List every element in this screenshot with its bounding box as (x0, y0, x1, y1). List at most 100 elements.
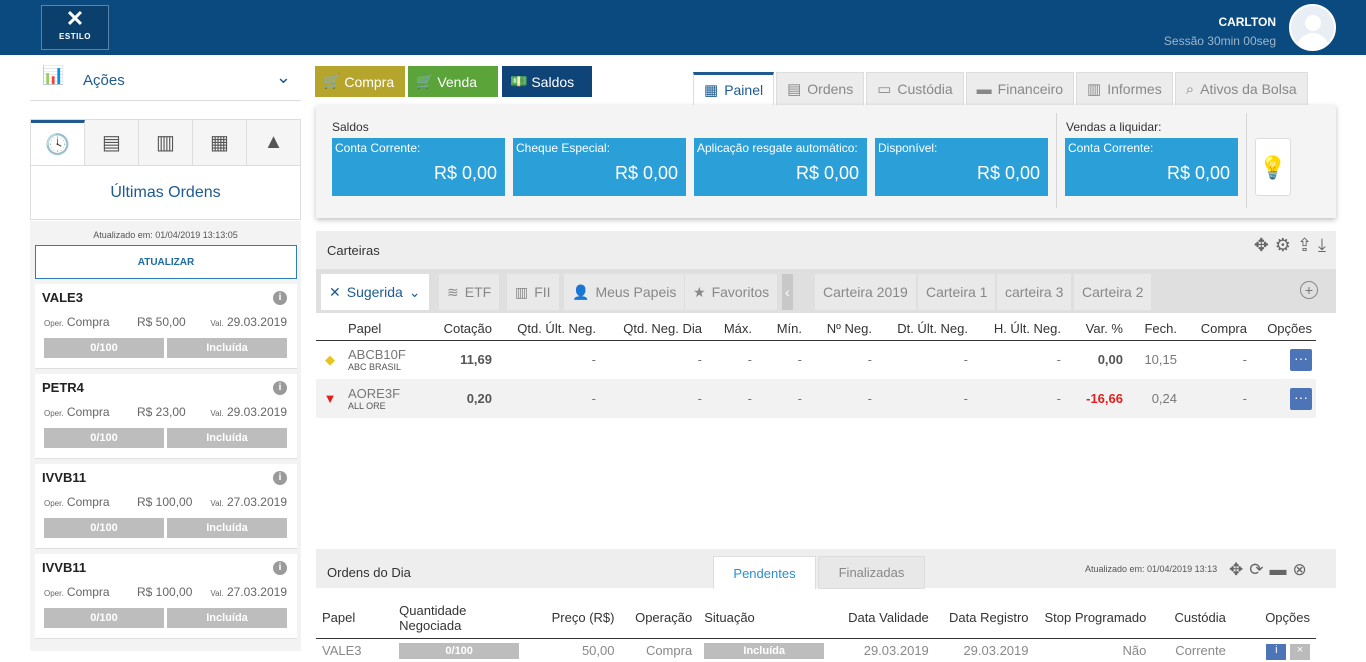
column-header[interactable]: Stop Programado (1034, 598, 1153, 639)
column-header[interactable]: Operação (620, 598, 699, 639)
tab-last-orders[interactable]: 🕓 (31, 120, 85, 165)
tab-carteira-1[interactable]: Carteira 1 (918, 274, 996, 310)
move-icon[interactable]: ✥ (1254, 235, 1269, 256)
column-header[interactable]: Papel (344, 318, 416, 341)
column-header[interactable]: Data Validade (830, 598, 935, 639)
column-header[interactable]: Nº Neg. (806, 318, 876, 341)
order-card[interactable]: VALE3 i Oper. Compra R$ 50,00 Val. 29.03… (35, 284, 297, 369)
tab-meus-papeis[interactable]: 👤 Meus Papeis (564, 274, 685, 310)
market-select-label: Ações (83, 72, 125, 89)
minimize-icon[interactable]: ▬ (1270, 560, 1287, 580)
tab-carteira-2[interactable]: Carteira 2 (1074, 274, 1152, 310)
order-status: Incluída (167, 428, 287, 448)
column-header[interactable]: Quantidade Negociada (393, 598, 526, 639)
download-icon[interactable]: ⤓ (1318, 235, 1326, 256)
column-header[interactable]: Data Registro (934, 598, 1035, 639)
tab-download[interactable]: ▦ (193, 120, 247, 165)
tab-money[interactable]: ▲ (247, 120, 300, 165)
tab-fii[interactable]: ▥ FII (507, 274, 559, 310)
tab-financeiro[interactable]: ▬ Financeiro (965, 72, 1075, 105)
cell-price: 50,00 (581, 642, 615, 658)
move-icon[interactable]: ✥ (1229, 560, 1243, 580)
column-header[interactable]: Qtd. Últ. Neg. (496, 318, 600, 341)
scroll-left-button[interactable]: ‹ (782, 274, 793, 310)
left-tabs: 🕓 ▤ ▥ ▦ ▲ (30, 119, 301, 165)
market-select[interactable]: 📊 Ações ⌄ (30, 59, 301, 101)
column-header[interactable]: Dt. Últ. Neg. (876, 318, 972, 341)
info-icon[interactable]: i (273, 471, 287, 485)
column-header[interactable]: Situação (698, 598, 831, 639)
column-header[interactable]: Preço (R$) (525, 598, 621, 639)
star-icon: ★ (693, 283, 706, 300)
order-card[interactable]: IVVB11 i Oper. Compra R$ 100,00 Val. 27.… (35, 554, 297, 639)
briefcase-icon: ▬ (976, 80, 992, 98)
tab-ativos-bolsa[interactable]: ⌕ Ativos da Bolsa (1174, 72, 1308, 105)
close-icon[interactable]: ⊗ (1293, 560, 1307, 580)
buy-button[interactable]: 🛒 Compra (315, 66, 405, 97)
export-icon[interactable]: ⇪ (1297, 235, 1312, 256)
ticker-cell[interactable]: ABCB10F ABC BRASIL (344, 340, 416, 379)
info-icon[interactable]: i (273, 561, 287, 575)
tab-custodia[interactable]: ▭ Custódia (866, 72, 964, 105)
balance-box: Disponível: R$ 0,00 (875, 138, 1048, 196)
user-name: CARLTON (1218, 15, 1276, 29)
sell-button[interactable]: 🛒 Venda (408, 66, 498, 97)
column-header[interactable]: Fech. (1127, 318, 1181, 341)
table-row[interactable]: VALE3 0/100 50,00 Compra Incluída 29.03.… (316, 638, 1316, 662)
tab-favoritos[interactable]: ★ Favoritos (685, 274, 778, 310)
balance-box: Aplicação resgate automático: R$ 0,00 (694, 138, 867, 196)
info-icon[interactable]: i (273, 381, 287, 395)
column-header[interactable]: Var. % (1065, 318, 1127, 341)
column-header[interactable]: Papel (316, 598, 394, 639)
column-header[interactable]: Cotação (416, 318, 496, 341)
tab-book[interactable]: ▥ (139, 120, 193, 165)
cell-var: 0,00 (1097, 352, 1123, 368)
table-row[interactable]: ▼ AORE3F ALL ORE 0,20 - - - - - - - -16,6… (316, 379, 1316, 418)
column-header[interactable]: Compra (1181, 318, 1251, 341)
column-header[interactable]: Mín. (756, 318, 806, 341)
day-orders-table: Papel Quantidade Negociada Preço (R$) Op… (316, 598, 1316, 662)
order-card[interactable]: IVVB11 i Oper. Compra R$ 100,00 Val. 27.… (35, 464, 297, 549)
options-button[interactable]: ··· (1290, 387, 1312, 410)
column-header[interactable]: Opções (1251, 318, 1316, 341)
tab-carteira-3[interactable]: carteira 3 (997, 274, 1072, 310)
order-qty: 0/100 (44, 518, 164, 538)
tab-top5[interactable]: ▤ (85, 120, 139, 165)
gear-icon[interactable]: ⚙ (1275, 235, 1291, 256)
order-card[interactable]: PETR4 i Oper. Compra R$ 23,00 Val. 29.03… (35, 374, 297, 459)
logo[interactable]: ✕ ESTILO (41, 5, 109, 50)
order-status: Incluída (167, 608, 287, 628)
order-operation: Oper. Compra (44, 405, 110, 419)
table-row[interactable]: ◆ ABCB10F ABC BRASIL 11,69 - - - - - - - … (316, 340, 1316, 379)
column-header[interactable]: Opções (1231, 598, 1316, 639)
cell-custody: Corrente (1175, 642, 1226, 658)
avatar[interactable] (1289, 4, 1336, 51)
column-header[interactable]: Custódia (1152, 598, 1232, 639)
tab-sugerida[interactable]: ✕ Sugerida ⌄ (321, 274, 429, 310)
tab-informes[interactable]: ▥ Informes (1076, 72, 1173, 105)
order-ticker: VALE3 (42, 290, 83, 305)
info-icon[interactable]: i (1266, 643, 1287, 660)
add-portfolio-icon[interactable]: + (1300, 281, 1318, 299)
tab-pendentes[interactable]: Pendentes (713, 556, 816, 589)
options-button[interactable]: ··· (1290, 348, 1312, 371)
tab-ordens[interactable]: ▤ Ordens (776, 72, 865, 105)
balances-button[interactable]: 💵 Saldos (502, 66, 592, 97)
ticker-cell[interactable]: AORE3F ALL ORE (344, 379, 416, 418)
tab-finalizadas[interactable]: Finalizadas (818, 556, 925, 589)
logo-mark-icon: ✕ (329, 283, 341, 300)
cell: - (867, 352, 872, 368)
cancel-icon[interactable]: × (1290, 643, 1310, 660)
column-header[interactable]: Qtd. Neg. Dia (600, 318, 706, 341)
portfolio-tabs: ✕ Sugerida ⌄ ≋ ETF ▥ FII 👤 Meus Papeis ★ Favor… (316, 269, 1336, 313)
column-header[interactable]: Máx. (706, 318, 756, 341)
info-icon[interactable]: i (273, 291, 287, 305)
tab-carteira-2019[interactable]: Carteira 2019 (815, 274, 916, 310)
tab-etf[interactable]: ≋ ETF (439, 274, 500, 310)
lightbulb-icon[interactable]: 💡 (1255, 138, 1291, 196)
column-header[interactable]: H. Últ. Neg. (972, 318, 1065, 341)
refresh-icon[interactable]: ⟳ (1249, 560, 1263, 580)
tab-painel[interactable]: ▦ Painel (693, 72, 775, 105)
grid-icon: ▦ (704, 82, 719, 99)
refresh-button[interactable]: ATUALIZAR (35, 245, 297, 279)
